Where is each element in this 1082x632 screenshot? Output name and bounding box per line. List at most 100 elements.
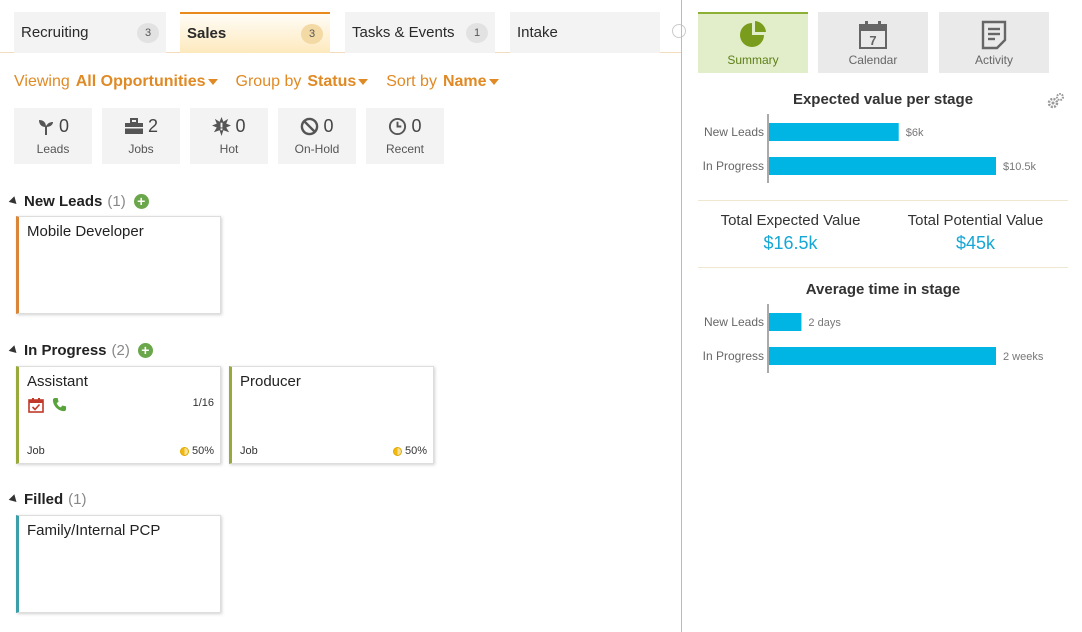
sort-by-value: Name <box>442 73 487 90</box>
add-opportunity-button[interactable]: + <box>133 194 149 209</box>
opportunity-card[interactable]: Assistant 1/16 Job 50% <box>16 366 221 464</box>
filter-recent[interactable]: 0 Recent <box>366 108 444 164</box>
probability: 50% <box>392 445 427 457</box>
tab-label: Calendar <box>848 53 898 67</box>
filter-label: Jobs <box>128 142 154 156</box>
group-count: (1) <box>107 193 126 210</box>
tab-label: Intake <box>517 24 558 41</box>
card-title: Mobile Developer <box>27 223 144 240</box>
chart-bar[interactable] <box>769 157 996 175</box>
opportunity-card[interactable]: Producer Job 50% <box>229 366 434 464</box>
briefcase-icon <box>124 118 143 134</box>
caret-down-icon[interactable] <box>358 79 369 85</box>
chart-title: Average time in stage <box>805 281 961 298</box>
viewing-value: All Opportunities <box>75 73 206 90</box>
chart-bar[interactable] <box>769 123 899 141</box>
card-title: Producer <box>240 373 301 390</box>
viewing-dropdown[interactable]: Viewing All Opportunities <box>14 73 218 91</box>
phone-icon[interactable] <box>52 397 67 412</box>
group-count: (1) <box>68 491 87 508</box>
sort-by-label: Sort by <box>386 73 437 90</box>
chart-bar[interactable] <box>769 313 802 331</box>
tab-label: Activity <box>974 53 1013 67</box>
half-circle-icon <box>392 446 402 456</box>
opportunity-card[interactable]: Mobile Developer <box>16 216 221 314</box>
filter-label: Leads <box>36 142 70 156</box>
tab-label: Sales <box>187 25 227 42</box>
tab-recruiting[interactable]: Recruiting 3 <box>14 12 166 53</box>
opportunity-card[interactable]: Family/Internal PCP <box>16 515 221 613</box>
group-name: Filled <box>24 491 64 508</box>
viewing-label: Viewing <box>14 73 70 90</box>
filter-label: Recent <box>385 142 425 156</box>
tab-intake[interactable]: Intake <box>510 12 660 53</box>
total-potential-label: Total Potential Value <box>907 212 1044 229</box>
time-in-stage-chart: New Leads 2 days In Progress 2 weeks <box>698 304 1068 396</box>
filter-bar: 0 Leads 2 Jobs 0 Hot 0 On-Hold 0 Recent <box>14 108 454 164</box>
chart-bar[interactable] <box>769 347 996 365</box>
group-by-value: Status <box>307 73 357 90</box>
collapse-triangle-icon[interactable] <box>8 494 20 505</box>
half-circle-icon <box>179 446 189 456</box>
filter-count: 0 <box>411 116 422 136</box>
filter-hot[interactable]: 0 Hot <box>190 108 268 164</box>
total-expected-value: $16.5k <box>763 233 818 253</box>
filter-count: 0 <box>58 116 69 136</box>
tab-tasks-events[interactable]: Tasks & Events 1 <box>345 12 495 53</box>
opportunities-pane: Recruiting 3 Sales 3 Tasks & Events 1 In… <box>0 0 686 632</box>
caret-down-icon[interactable] <box>488 79 499 85</box>
filter-on-hold[interactable]: 0 On-Hold <box>278 108 356 164</box>
total-expected: Total Expected Value $16.5k <box>698 212 883 254</box>
group-by-label: Group by <box>235 73 302 90</box>
probability-value: 50% <box>404 445 427 457</box>
group-by-dropdown[interactable]: Group by Status <box>236 73 369 91</box>
group-name: In Progress <box>24 342 107 359</box>
card-title: Family/Internal PCP <box>27 522 161 539</box>
category-label: In Progress <box>703 159 764 173</box>
ban-icon <box>301 117 319 136</box>
group-header-filled: Filled (1) <box>8 491 87 508</box>
card-type: Job <box>240 445 258 457</box>
clock-icon <box>389 117 407 136</box>
sprout-icon <box>38 119 53 135</box>
calendar-check-icon[interactable] <box>28 397 44 413</box>
tab-calendar[interactable]: 7 Calendar <box>818 12 928 73</box>
group-name: New Leads <box>24 193 103 210</box>
caret-down-icon[interactable] <box>207 79 218 85</box>
total-expected-label: Total Expected Value <box>720 212 861 229</box>
filter-count: 0 <box>235 116 246 136</box>
module-tabs: Recruiting 3 Sales 3 Tasks & Events 1 In… <box>0 0 686 53</box>
filter-count: 2 <box>147 116 158 136</box>
card-type: Job <box>27 445 45 457</box>
sort-by-dropdown[interactable]: Sort by Name <box>386 73 499 91</box>
filter-jobs[interactable]: 2 Jobs <box>102 108 180 164</box>
calendar-day: 7 <box>869 33 876 48</box>
collapse-triangle-icon[interactable] <box>8 196 20 207</box>
group-header-new-leads: New Leads (1) + <box>8 193 149 210</box>
totals-row: Total Expected Value $16.5k Total Potent… <box>698 212 1068 254</box>
task-ratio: 1/16 <box>192 397 214 409</box>
tab-count-badge: 1 <box>466 22 488 43</box>
probability-value: 50% <box>191 445 214 457</box>
collapse-triangle-icon[interactable] <box>8 345 20 356</box>
gear-icon[interactable] <box>1047 93 1065 109</box>
tab-activity[interactable]: Activity <box>939 12 1049 73</box>
document-icon <box>981 20 1007 50</box>
tab-count-badge: 3 <box>301 23 323 44</box>
tab-label: Summary <box>727 53 779 67</box>
data-label: 2 days <box>808 317 841 329</box>
tab-summary[interactable]: Summary <box>698 12 808 73</box>
data-label: $10.5k <box>1003 161 1037 173</box>
divider <box>698 200 1068 201</box>
filter-count: 0 <box>323 116 334 136</box>
total-potential: Total Potential Value $45k <box>883 212 1068 254</box>
pie-chart-icon <box>740 21 766 47</box>
add-opportunity-button[interactable]: + <box>137 343 153 358</box>
tab-label: Recruiting <box>21 24 89 41</box>
filter-label: On-Hold <box>294 142 340 156</box>
tab-sales[interactable]: Sales 3 <box>180 12 330 53</box>
tab-count-badge: 3 <box>137 22 159 43</box>
tab-label: Tasks & Events <box>352 24 455 41</box>
filter-leads[interactable]: 0 Leads <box>14 108 92 164</box>
view-options-bar: Viewing All Opportunities Group by Statu… <box>14 73 499 91</box>
